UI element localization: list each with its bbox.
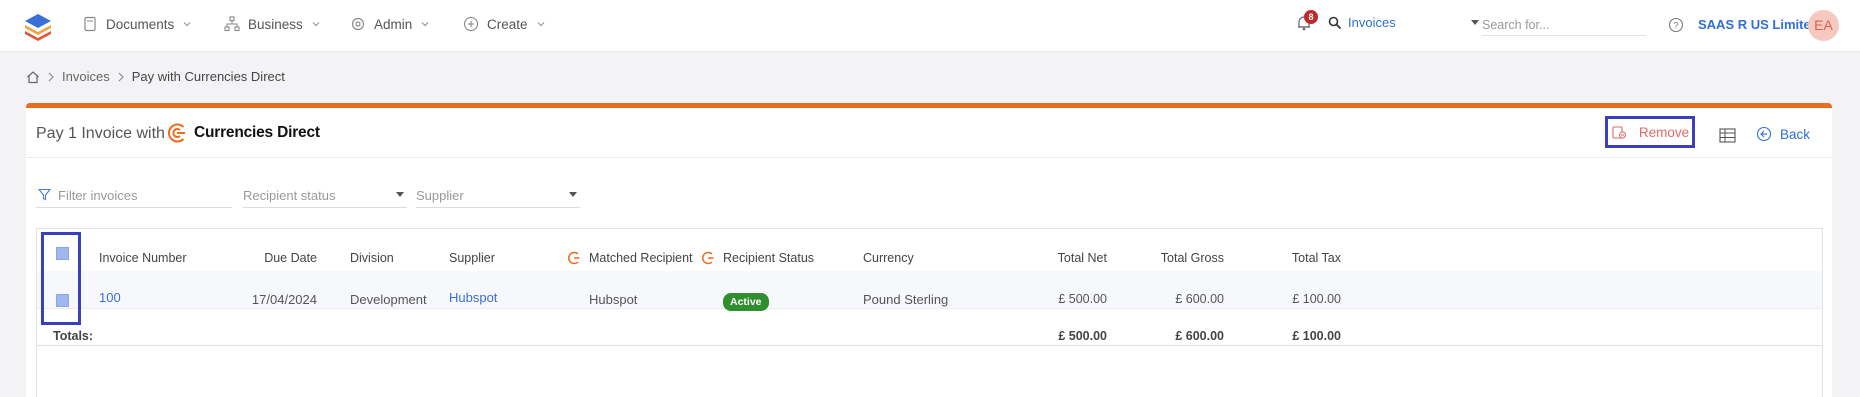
col-due-date[interactable]: Due Date (237, 251, 317, 265)
col-total-net[interactable]: Total Net (997, 251, 1107, 265)
remove-icon (1612, 126, 1626, 139)
gear-icon (351, 17, 365, 31)
totals-tax: £ 100.00 (1292, 329, 1341, 343)
divider (37, 308, 1822, 309)
filter-recipient-status (243, 184, 407, 208)
search-scope-select[interactable]: Invoices (1348, 15, 1396, 30)
top-nav: Documents Business Admin Create 8 Invoic… (0, 0, 1860, 52)
totals-label: Totals: (53, 329, 94, 343)
chevron-down-icon (421, 22, 429, 27)
back-button-label: Back (1780, 126, 1811, 142)
cell-total-gross: £ 600.00 (1175, 292, 1224, 306)
invoice-number-link[interactable]: 100 (99, 290, 121, 305)
table-view-icon[interactable] (1719, 128, 1736, 143)
provider-name: Currencies Direct (194, 124, 320, 141)
totals-gross: £ 600.00 (1175, 329, 1224, 343)
svg-text:?: ? (1673, 21, 1678, 31)
col-supplier[interactable]: Supplier (449, 251, 495, 265)
nav-create-label: Create (487, 16, 528, 32)
breadcrumb-current: Pay with Currencies Direct (131, 69, 285, 84)
chevron-down-icon (537, 22, 544, 27)
help-icon[interactable]: ? (1668, 17, 1684, 33)
nav-documents[interactable]: Documents (82, 16, 192, 32)
cell-total-net: £ 500.00 (1058, 292, 1107, 306)
nav-admin-label: Admin (374, 16, 413, 32)
dropdown-arrow-icon[interactable] (396, 192, 404, 197)
payment-card: Pay 1 Invoice with Currencies Direct Rem… (26, 103, 1832, 397)
card-header: Pay 1 Invoice with Currencies Direct Rem… (26, 108, 1832, 158)
cell-due-date: 17/04/2024 (251, 292, 317, 307)
cell-total-tax: £ 100.00 (1292, 292, 1341, 306)
dropdown-arrow-icon[interactable] (569, 192, 577, 197)
cell-currency: Pound Sterling (863, 292, 949, 307)
nav-business[interactable]: Business (224, 16, 321, 32)
home-icon[interactable] (26, 70, 40, 84)
organization-name[interactable]: SAAS R US Limited (1698, 17, 1819, 32)
col-division[interactable]: Division (350, 251, 394, 265)
search-input[interactable] (1482, 14, 1646, 36)
page-title: Pay 1 Invoice with (36, 125, 165, 142)
row-checkbox[interactable] (56, 294, 69, 307)
currencies-direct-logo-icon (567, 251, 580, 265)
provider-logo: Currencies Direct (166, 122, 320, 144)
nav-admin[interactable]: Admin (350, 16, 430, 32)
col-currency[interactable]: Currency (863, 251, 914, 265)
currencies-direct-logo-icon (168, 123, 185, 143)
cell-division: Development (350, 292, 427, 307)
remove-button[interactable]: Remove (1605, 116, 1695, 148)
select-all-checkbox[interactable] (56, 247, 69, 260)
filter-supplier (416, 184, 580, 208)
col-matched-recipient[interactable]: Matched Recipient (589, 251, 693, 265)
chevron-right-icon (48, 72, 54, 81)
chevron-right-icon (118, 72, 124, 81)
notification-badge[interactable]: 8 (1304, 10, 1318, 24)
org-chart-icon (224, 16, 240, 32)
supplier-select[interactable] (416, 184, 580, 206)
filter-invoices-input[interactable] (36, 184, 232, 206)
nav-create[interactable]: Create (463, 16, 546, 32)
col-recipient-status[interactable]: Recipient Status (723, 251, 814, 265)
invoice-table: Invoice Number Due Date Division Supplie… (36, 228, 1823, 397)
document-icon (84, 16, 96, 32)
chevron-down-icon (183, 22, 191, 27)
nav-documents-label: Documents (106, 16, 175, 32)
dropdown-arrow-icon[interactable] (1471, 20, 1479, 25)
arrow-left-circle-icon (1756, 126, 1772, 142)
chevron-down-icon (312, 22, 320, 27)
breadcrumb: Invoices Pay with Currencies Direct (26, 69, 285, 84)
checkbox-column-highlight (41, 232, 81, 325)
app-logo-icon[interactable] (23, 12, 53, 42)
divider (37, 345, 1822, 346)
cell-matched-recipient: Hubspot (589, 292, 638, 307)
totals-net: £ 500.00 (1058, 329, 1107, 343)
avatar[interactable]: EA (1808, 10, 1839, 41)
breadcrumb-invoices[interactable]: Invoices (62, 69, 110, 84)
status-badge: Active (723, 293, 769, 311)
remove-button-label: Remove (1638, 124, 1690, 140)
back-button[interactable]: Back (1756, 126, 1810, 142)
plus-circle-icon (463, 16, 479, 32)
filter-invoices (36, 184, 232, 208)
col-invoice-number[interactable]: Invoice Number (99, 251, 187, 265)
col-total-gross[interactable]: Total Gross (1114, 251, 1224, 265)
col-total-tax[interactable]: Total Tax (1231, 251, 1341, 265)
currencies-direct-logo-icon (701, 251, 714, 265)
nav-business-label: Business (248, 16, 303, 32)
search-icon (1328, 16, 1342, 30)
recipient-status-select[interactable] (243, 184, 407, 206)
supplier-link[interactable]: Hubspot (449, 290, 497, 305)
